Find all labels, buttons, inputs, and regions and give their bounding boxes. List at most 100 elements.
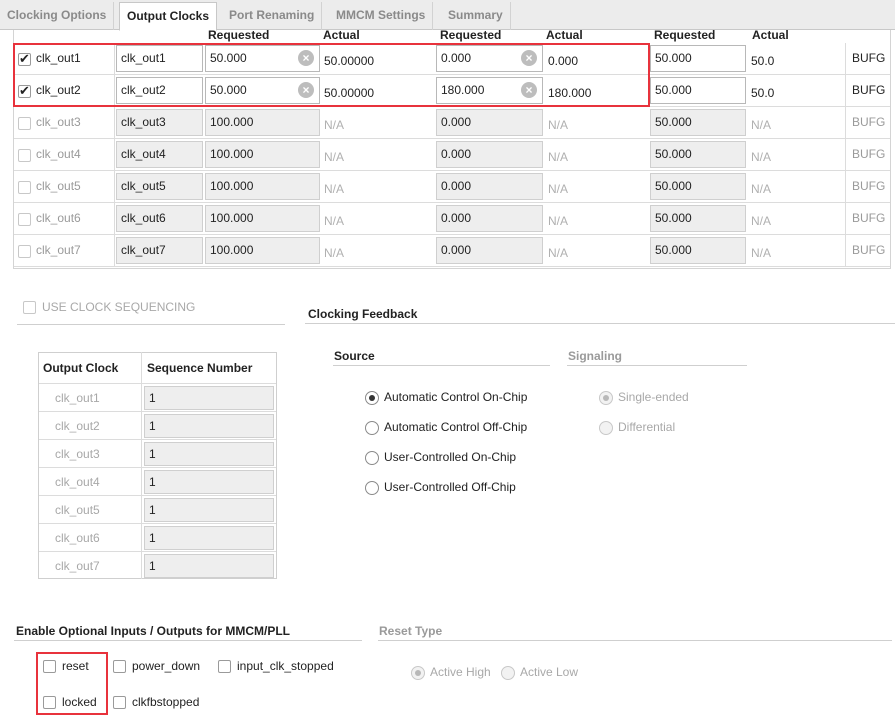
- clock-enable-checkbox[interactable]: [18, 213, 31, 226]
- tab-mmcm-settings[interactable]: MMCM Settings: [329, 2, 434, 30]
- header-duty-actual: Actual: [752, 28, 789, 42]
- port-name-field: clk_out5: [116, 173, 203, 200]
- radio-active-low[interactable]: [501, 666, 515, 680]
- duty-requested-field: 50.000: [650, 141, 746, 168]
- label-user-on-chip: User-Controlled On-Chip: [384, 450, 517, 464]
- column-divider: [114, 171, 115, 203]
- sequence-number-field[interactable]: 1: [144, 414, 274, 438]
- reset-type-title: Reset Type: [379, 624, 443, 638]
- phase-requested-field: 0.000: [436, 173, 543, 200]
- buffer-type-value: BUFG: [852, 179, 886, 193]
- power-down-checkbox[interactable]: [113, 660, 126, 673]
- header-phase-requested: Requested: [440, 28, 502, 42]
- label-active-high: Active High: [430, 665, 491, 679]
- clock-enable-checkbox[interactable]: [18, 181, 31, 194]
- signaling-title: Signaling: [568, 349, 622, 363]
- header-phase-actual: Actual: [546, 28, 583, 42]
- column-divider: [845, 235, 846, 267]
- clock-name-label: clk_out5: [36, 179, 81, 193]
- column-divider: [114, 107, 115, 139]
- input-clk-stopped-label: input_clk_stopped: [237, 659, 334, 673]
- port-name-field: clk_out3: [116, 109, 203, 136]
- clock-name-label: clk_out6: [36, 211, 81, 225]
- column-divider: [845, 139, 846, 171]
- tab-summary[interactable]: Summary: [441, 2, 511, 30]
- duty-actual-value: N/A: [751, 246, 772, 260]
- clkfbstopped-checkbox[interactable]: [113, 696, 126, 709]
- label-single-ended: Single-ended: [618, 390, 689, 404]
- column-divider: [114, 235, 115, 267]
- input-clk-stopped-checkbox[interactable]: [218, 660, 231, 673]
- sequence-clock-label: clk_out6: [55, 531, 100, 545]
- freq-actual-value: N/A: [324, 182, 345, 196]
- sequence-number-field[interactable]: 1: [144, 554, 274, 578]
- clock-enable-checkbox[interactable]: [18, 245, 31, 258]
- highlight-box-reset-locked: [36, 652, 108, 715]
- tab-clocking-options[interactable]: Clocking Options: [0, 2, 115, 30]
- use-clock-sequencing-checkbox[interactable]: [23, 301, 36, 314]
- seq-header-sequence-number: Sequence Number: [147, 361, 253, 375]
- divider: [378, 640, 892, 641]
- source-title: Source: [334, 349, 375, 363]
- freq-actual-value: N/A: [324, 150, 345, 164]
- label-auto-off-chip: Automatic Control Off-Chip: [384, 420, 528, 434]
- buffer-type-value: BUFG: [852, 243, 886, 257]
- sequence-number-field[interactable]: 1: [144, 498, 274, 522]
- radio-active-high[interactable]: [411, 666, 425, 680]
- phase-actual-value: N/A: [548, 214, 569, 228]
- port-name-field: clk_out6: [116, 205, 203, 232]
- buffer-type-value: BUFG: [852, 211, 886, 225]
- sequence-clock-label: clk_out2: [55, 419, 100, 433]
- radio-user-on-chip[interactable]: [365, 451, 379, 465]
- sequence-number-field[interactable]: 1: [144, 526, 274, 550]
- sequence-number-field[interactable]: 1: [144, 442, 274, 466]
- sequence-number-field[interactable]: 1: [144, 470, 274, 494]
- duty-requested-field[interactable]: 50.000: [650, 77, 746, 104]
- tab-output-clocks[interactable]: Output Clocks: [119, 2, 218, 31]
- clkfbstopped-label: clkfbstopped: [132, 695, 200, 709]
- column-divider: [845, 75, 846, 107]
- radio-single-ended[interactable]: [599, 391, 613, 405]
- sequence-row: clk_out4 1: [39, 467, 276, 495]
- duty-requested-field: 50.000: [650, 237, 746, 264]
- clock-enable-checkbox[interactable]: [18, 149, 31, 162]
- clock-name-label: clk_out7: [36, 243, 81, 257]
- divider: [305, 323, 895, 324]
- sequence-clock-label: clk_out5: [55, 503, 100, 517]
- duty-actual-value: N/A: [751, 182, 772, 196]
- column-divider: [845, 203, 846, 235]
- clock-enable-checkbox[interactable]: [18, 117, 31, 130]
- divider: [567, 365, 747, 366]
- clocking-feedback-title: Clocking Feedback: [308, 307, 418, 321]
- column-divider: [845, 43, 846, 75]
- sequence-clock-label: clk_out3: [55, 447, 100, 461]
- phase-requested-field: 0.000: [436, 237, 543, 264]
- header-freq-actual: Actual: [323, 28, 360, 42]
- tab-port-renaming[interactable]: Port Renaming: [222, 2, 323, 30]
- tab-bar: Clocking Options Output Clocks Port Rena…: [0, 0, 895, 31]
- duty-actual-value: N/A: [751, 214, 772, 228]
- radio-auto-on-chip[interactable]: [365, 391, 379, 405]
- output-clock-row: clk_out7 clk_out7 100.000 N/A 0.000 N/A …: [14, 235, 890, 267]
- column-divider: [845, 107, 846, 139]
- duty-requested-field: 50.000: [650, 109, 746, 136]
- radio-user-off-chip[interactable]: [365, 481, 379, 495]
- phase-actual-value: N/A: [548, 118, 569, 132]
- radio-auto-off-chip[interactable]: [365, 421, 379, 435]
- phase-actual-value: N/A: [548, 150, 569, 164]
- sequence-row: clk_out5 1: [39, 495, 276, 523]
- label-active-low: Active Low: [520, 665, 579, 679]
- header-freq-requested: Requested: [208, 28, 270, 42]
- duty-actual-value: 50.0: [751, 54, 775, 68]
- divider: [17, 324, 285, 325]
- radio-differential[interactable]: [599, 421, 613, 435]
- output-clock-row: clk_out4 clk_out4 100.000 N/A 0.000 N/A …: [14, 139, 890, 171]
- header-duty-requested: Requested: [654, 28, 716, 42]
- duty-requested-field[interactable]: 50.000: [650, 45, 746, 72]
- sequence-number-field[interactable]: 1: [144, 386, 274, 410]
- power-down-label: power_down: [132, 659, 201, 673]
- duty-actual-value: 50.0: [751, 86, 775, 100]
- column-divider: [114, 203, 115, 235]
- seq-header-output-clock: Output Clock: [43, 361, 119, 375]
- output-clock-row: clk_out5 clk_out5 100.000 N/A 0.000 N/A …: [14, 171, 890, 203]
